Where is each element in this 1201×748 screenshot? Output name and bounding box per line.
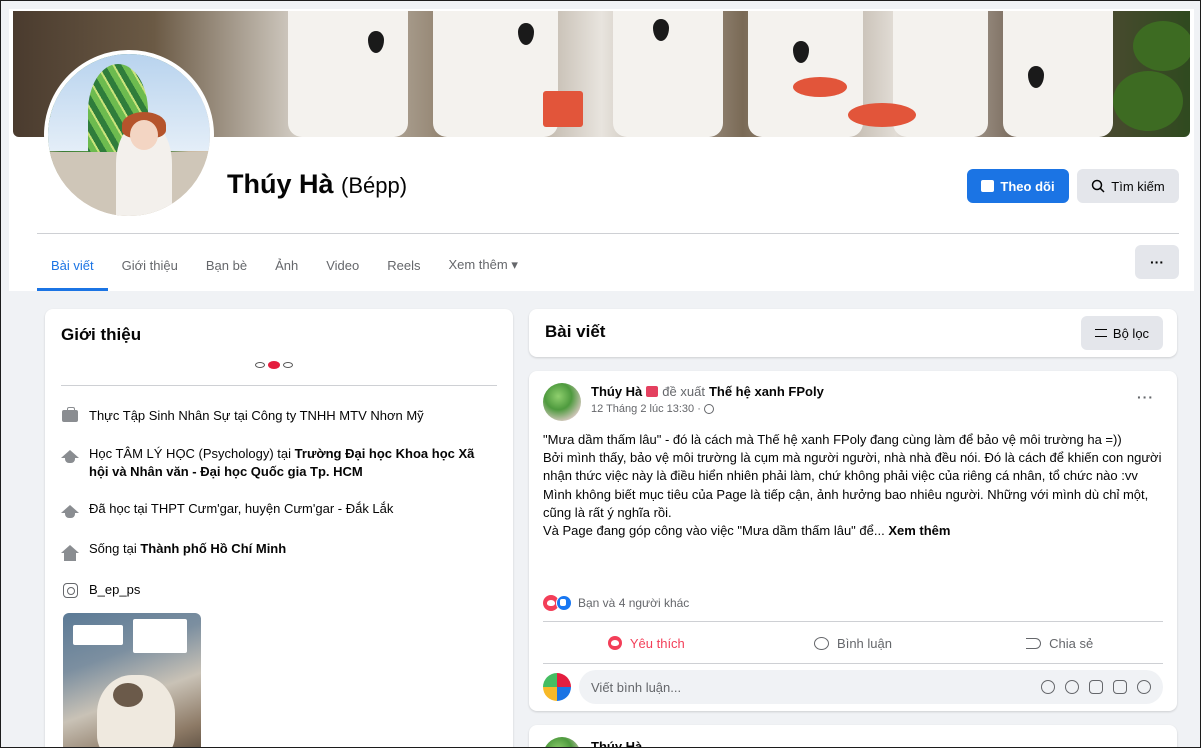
post-author-name[interactable]: Thúy Hà xyxy=(591,384,642,399)
post-time-text: 12 Tháng 2 lúc 13:30 · xyxy=(591,403,701,415)
like-reaction-icon xyxy=(556,595,572,611)
filter-icon xyxy=(1094,329,1107,337)
post-card: Thúy Hà xyxy=(529,725,1177,747)
profile-avatar[interactable] xyxy=(44,50,214,220)
sticker-icon[interactable] xyxy=(1041,680,1055,694)
avatar-sticker-icon[interactable] xyxy=(1137,680,1151,694)
post-verb: đề xuất xyxy=(662,384,705,399)
post-author-name[interactable]: Thúy Hà xyxy=(591,739,642,747)
follow-label: Theo dõi xyxy=(1000,178,1055,194)
see-more-link[interactable]: Xem thêm xyxy=(888,523,950,538)
posts-title: Bài viết xyxy=(545,322,606,341)
comment-label: Bình luận xyxy=(837,635,892,651)
instagram-link[interactable]: B_ep_ps xyxy=(89,581,140,599)
gif-icon[interactable] xyxy=(1113,680,1127,694)
intro-instagram[interactable]: B_ep_ps xyxy=(61,581,497,599)
post-actions: Yêu thích Bình luận Chia sẻ xyxy=(543,625,1163,661)
intro-title: Giới thiệu xyxy=(61,325,142,344)
follow-icon xyxy=(981,180,995,192)
post-line: "Mưa dầm thấm lâu" - đó là cách mà Thế h… xyxy=(543,432,1122,447)
post-author-avatar[interactable] xyxy=(543,737,581,747)
post-line: Bởi mình thấy, bảo vệ môi trường là cụm … xyxy=(543,450,1162,484)
post-page-name[interactable]: Thế hệ xanh FPoly xyxy=(709,384,824,399)
post-author-line: Thúy Hà đề xuất Thế hệ xanh FPoly xyxy=(591,384,824,399)
comment-tools xyxy=(1041,680,1151,694)
follow-button[interactable]: Theo dõi xyxy=(967,169,1069,203)
graduation-cap-icon xyxy=(61,505,79,518)
more-options-button[interactable]: ··· xyxy=(1135,245,1179,279)
profile-name: Thúy Hà (Bépp) xyxy=(227,169,407,200)
intro-divider xyxy=(61,385,497,386)
intro-live-prefix: Sống tại xyxy=(89,541,141,556)
love-button[interactable]: Yêu thích xyxy=(543,625,750,661)
share-icon xyxy=(1026,637,1042,649)
post-options-button[interactable]: ··· xyxy=(1137,389,1154,405)
post-body: "Mưa dầm thấm lâu" - đó là cách mà Thế h… xyxy=(543,431,1167,540)
intro-location-text: Sống tại Thành phố Hồ Chí Minh xyxy=(89,540,286,558)
tab-photos[interactable]: Ảnh xyxy=(261,245,312,285)
intro-work-text: Thực Tập Sinh Nhân Sự tại Công ty TNHH M… xyxy=(89,408,424,423)
reaction-summary[interactable]: Bạn và 4 người khác xyxy=(543,595,689,611)
post-line: Mình không biết mục tiêu của Page là tiế… xyxy=(543,486,1149,520)
emoji-icon[interactable] xyxy=(1065,680,1079,694)
camera-icon[interactable] xyxy=(1089,680,1103,694)
post-card: Thúy Hà đề xuất Thế hệ xanh FPoly 12 Thá… xyxy=(529,371,1177,711)
graduation-cap-icon xyxy=(61,450,79,463)
recommend-flag-icon xyxy=(646,386,659,397)
globe-icon xyxy=(703,404,714,414)
profile-name-text: Thúy Hà xyxy=(227,169,334,199)
facebook-profile-page: Thúy Hà (Bépp) Theo dõi Tìm kiếm Bài viế… xyxy=(0,0,1201,748)
profile-tabs: Bài viết Giới thiệu Bạn bè Ảnh Video Ree… xyxy=(37,245,532,291)
lips-icon xyxy=(268,361,280,369)
intro-highschool: Đã học tại THPT Cưm'gar, huyện Cưm'gar -… xyxy=(61,500,497,518)
intro-live-city[interactable]: Thành phố Hồ Chí Minh xyxy=(140,541,286,556)
eye-icon xyxy=(283,362,293,368)
love-label: Yêu thích xyxy=(629,635,685,651)
post-last-line: Và Page đang góp công vào việc "Mưa dầm … xyxy=(543,523,885,539)
featured-photo[interactable] xyxy=(63,613,201,747)
intro-study: Học TÂM LÝ HỌC (Psychology) tại Trường Đ… xyxy=(61,445,497,481)
reaction-count-text: Bạn và 4 người khác xyxy=(578,596,690,610)
intro-work: Thực Tập Sinh Nhân Sự tại Công ty TNHH M… xyxy=(61,407,497,425)
post-divider xyxy=(543,621,1163,622)
filter-label: Bộ lọc xyxy=(1112,325,1150,341)
posts-header: Bài viết Bộ lọc xyxy=(529,309,1177,357)
comment-button[interactable]: Bình luận xyxy=(750,625,957,661)
post-timestamp[interactable]: 12 Tháng 2 lúc 13:30 · xyxy=(591,403,714,415)
search-icon xyxy=(1092,179,1105,193)
eye-icon xyxy=(255,362,265,368)
tab-friends[interactable]: Bạn bè xyxy=(192,245,261,285)
heart-icon xyxy=(607,636,622,650)
filter-button[interactable]: Bộ lọc xyxy=(1081,316,1163,350)
intro-study-text: Học TÂM LÝ HỌC (Psychology) tại Trường Đ… xyxy=(89,445,497,481)
comment-composer: Viết bình luận... xyxy=(543,669,1163,705)
commenter-avatar[interactable] xyxy=(543,673,571,701)
bio-emoji xyxy=(255,361,293,369)
share-label: Chia sẻ xyxy=(1049,635,1094,651)
tab-reels[interactable]: Reels xyxy=(373,245,434,285)
post-line: Và Page đang góp công vào việc "Mưa dầm … xyxy=(543,522,1167,540)
search-button[interactable]: Tìm kiếm xyxy=(1077,169,1179,203)
instagram-icon xyxy=(62,582,78,598)
profile-nickname: (Bépp) xyxy=(341,173,408,198)
tab-posts[interactable]: Bài viết xyxy=(37,245,108,291)
share-button[interactable]: Chia sẻ xyxy=(956,625,1163,661)
post-divider xyxy=(543,663,1163,664)
tab-videos[interactable]: Video xyxy=(312,245,373,285)
intro-location: Sống tại Thành phố Hồ Chí Minh xyxy=(61,540,497,561)
post-author-avatar[interactable] xyxy=(543,383,581,421)
tab-about[interactable]: Giới thiệu xyxy=(108,245,192,285)
search-label: Tìm kiếm xyxy=(1111,178,1165,194)
comment-input[interactable]: Viết bình luận... xyxy=(579,670,1163,704)
comment-icon xyxy=(814,636,830,650)
home-icon xyxy=(61,545,79,561)
intro-study-prefix: Học TÂM LÝ HỌC (Psychology) tại xyxy=(89,446,295,461)
briefcase-icon xyxy=(62,407,78,422)
tab-see-more[interactable]: Xem thêm ▾ xyxy=(434,245,531,285)
intro-highschool-text: Đã học tại THPT Cưm'gar, huyện Cưm'gar -… xyxy=(89,501,394,516)
header-divider xyxy=(37,233,1179,234)
intro-card: Giới thiệu Thực Tập Sinh Nhân Sự tại Côn… xyxy=(45,309,513,747)
comment-placeholder: Viết bình luận... xyxy=(591,679,682,695)
